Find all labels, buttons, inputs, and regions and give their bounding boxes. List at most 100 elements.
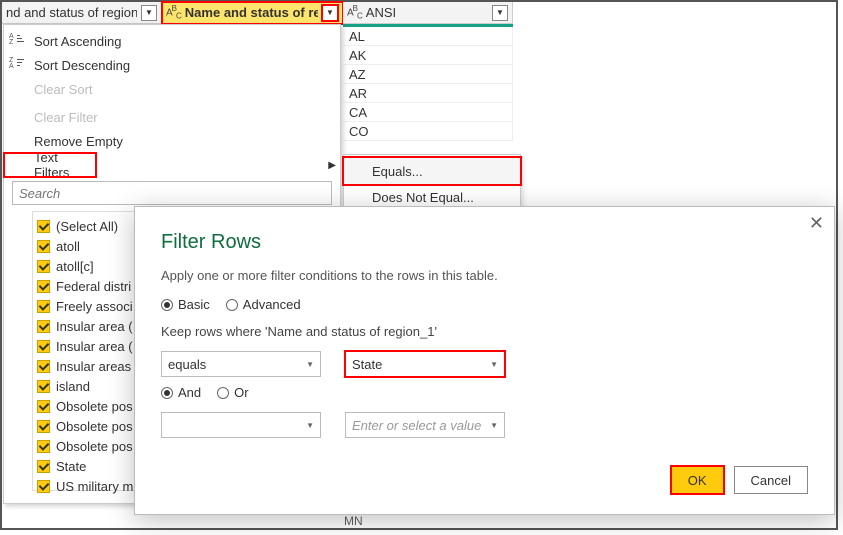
radio-advanced[interactable]: Advanced <box>226 297 301 312</box>
operator-dropdown-2[interactable]: ▼ <box>161 412 321 438</box>
radio-icon <box>161 299 173 311</box>
ansi-cell[interactable]: AR <box>343 84 513 103</box>
condition-row-2: ▼ Enter or select a value ▼ <box>161 412 808 438</box>
column-label: Name and status of region_1 <box>185 5 318 20</box>
column-label: ANSI <box>366 5 488 20</box>
column-header-region[interactable]: nd and status of region ▼ <box>2 2 162 24</box>
column-dropdown-icon[interactable]: ▼ <box>322 5 338 21</box>
text-filters[interactable]: Text Filters ▶ <box>4 153 96 177</box>
sort-ascending[interactable]: AZ Sort Ascending <box>4 29 340 53</box>
close-icon[interactable]: ✕ <box>809 213 824 234</box>
column-label: nd and status of region <box>6 5 137 20</box>
clear-sort: Clear Sort <box>4 77 340 101</box>
filter-equals[interactable]: Equals... <box>344 158 520 184</box>
ansi-cell[interactable]: CO <box>343 122 513 141</box>
chevron-down-icon: ▼ <box>306 421 314 430</box>
dialog-title: Filter Rows <box>161 231 808 254</box>
radio-and[interactable]: And <box>161 385 201 400</box>
text-type-icon: ABC <box>166 4 181 20</box>
ansi-cell[interactable]: CA <box>343 103 513 122</box>
column-dropdown-icon[interactable]: ▼ <box>492 5 508 21</box>
value-dropdown-2[interactable]: Enter or select a value ▼ <box>345 412 505 438</box>
radio-basic[interactable]: Basic <box>161 297 210 312</box>
keep-rows-label: Keep rows where 'Name and status of regi… <box>161 324 808 339</box>
menu-label: Sort Ascending <box>34 34 121 49</box>
condition-row-1: equals ▼ State ▼ <box>161 351 808 377</box>
combo-value: equals <box>168 357 206 372</box>
dialog-buttons: OK Cancel <box>671 466 808 494</box>
mode-radio-group: Basic Advanced <box>161 297 808 312</box>
checkbox-icon <box>37 280 50 293</box>
checkbox-icon <box>37 380 50 393</box>
filter-value-label: atoll <box>56 239 80 254</box>
filter-rows-dialog: ✕ Filter Rows Apply one or more filter c… <box>134 206 835 515</box>
menu-label: Does Not Equal... <box>372 190 474 205</box>
checkbox-icon <box>37 340 50 353</box>
checkbox-icon <box>37 260 50 273</box>
filter-value-label: Insular area ( <box>56 339 133 354</box>
filter-value-label: (Select All) <box>56 219 118 234</box>
filter-search-input[interactable] <box>12 181 332 205</box>
value-dropdown[interactable]: State ▼ <box>345 351 505 377</box>
ok-button[interactable]: OK <box>671 466 724 494</box>
radio-icon <box>217 387 229 399</box>
checkbox-icon <box>37 460 50 473</box>
menu-label: Equals... <box>372 164 423 179</box>
checkbox-icon <box>37 300 50 313</box>
cancel-button[interactable]: Cancel <box>734 466 808 494</box>
menu-label: Clear Filter <box>34 110 98 125</box>
radio-label: Or <box>234 385 248 400</box>
checkbox-icon <box>37 240 50 253</box>
menu-label: Remove Empty <box>34 134 123 149</box>
sort-descending[interactable]: ZA Sort Descending <box>4 53 340 77</box>
radio-or[interactable]: Or <box>217 385 248 400</box>
filter-value-label: Obsolete pos <box>56 439 133 454</box>
filter-value-label: US military m <box>56 479 133 494</box>
ansi-column-cells: ALAKAZARCACO <box>343 24 513 141</box>
partial-cell: MN <box>344 514 363 528</box>
filter-value-label: Federal distri <box>56 279 131 294</box>
radio-icon <box>226 299 238 311</box>
checkbox-icon <box>37 480 50 493</box>
submenu-arrow-icon: ▶ <box>328 160 336 171</box>
column-header-region-1[interactable]: ABC Name and status of region_1 ▼ <box>162 2 343 24</box>
checkbox-icon <box>37 360 50 373</box>
ansi-cell[interactable]: AL <box>343 27 513 46</box>
sort-asc-icon: AZ <box>10 33 26 49</box>
filter-value-label: Obsolete pos <box>56 419 133 434</box>
text-type-icon: ABC <box>347 4 362 20</box>
radio-icon <box>161 387 173 399</box>
button-label: OK <box>688 473 707 488</box>
chevron-down-icon: ▼ <box>306 360 314 369</box>
checkbox-icon <box>37 440 50 453</box>
filter-value-label: State <box>56 459 86 474</box>
filter-search <box>12 181 332 205</box>
menu-label: Clear Sort <box>34 82 93 97</box>
menu-label: Text Filters <box>34 150 88 180</box>
radio-label: And <box>178 385 201 400</box>
filter-value-label: Insular area ( <box>56 319 133 334</box>
clear-filter: Clear Filter <box>4 105 340 129</box>
chevron-down-icon: ▼ <box>490 421 498 430</box>
radio-label: Advanced <box>243 297 301 312</box>
column-dropdown-icon[interactable]: ▼ <box>141 5 157 21</box>
checkbox-icon <box>37 320 50 333</box>
menu-label: Sort Descending <box>34 58 130 73</box>
chevron-down-icon: ▼ <box>490 360 498 369</box>
radio-label: Basic <box>178 297 210 312</box>
operator-dropdown[interactable]: equals ▼ <box>161 351 321 377</box>
column-header-ansi[interactable]: ABC ANSI ▼ <box>343 2 513 24</box>
filter-value-label: Freely associ <box>56 299 133 314</box>
combo-value: State <box>352 357 382 372</box>
checkbox-icon <box>37 400 50 413</box>
filter-value-label: Obsolete pos <box>56 399 133 414</box>
column-headers: nd and status of region ▼ ABC Name and s… <box>2 2 836 24</box>
checkbox-icon <box>37 220 50 233</box>
checkbox-icon <box>37 420 50 433</box>
logic-radio-group: And Or <box>161 385 808 400</box>
text-filters-submenu: Equals... Does Not Equal... <box>343 154 521 214</box>
filter-value-label: Insular areas <box>56 359 131 374</box>
dialog-description: Apply one or more filter conditions to t… <box>161 268 808 283</box>
ansi-cell[interactable]: AZ <box>343 65 513 84</box>
ansi-cell[interactable]: AK <box>343 46 513 65</box>
